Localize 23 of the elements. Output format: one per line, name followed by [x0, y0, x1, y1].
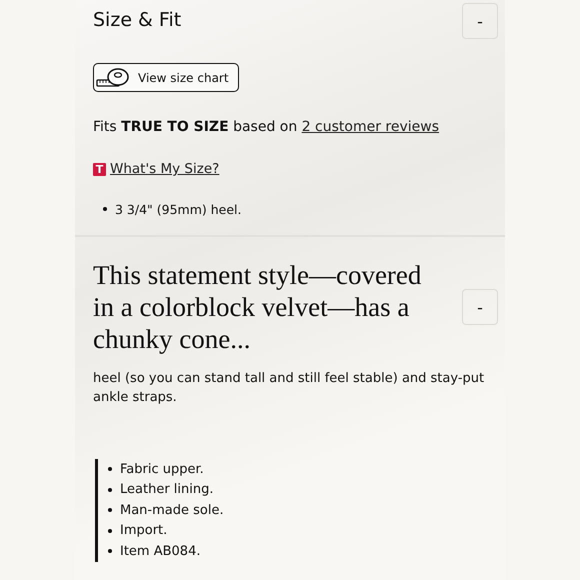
description-text: heel (so you can stand tall and still feel stable) and stay-put ankle straps. [93, 370, 486, 407]
reviews-link[interactable]: 2 customer reviews [302, 119, 440, 135]
collapse-button[interactable]: - [462, 289, 498, 325]
fit-summary: Fits TRUE TO SIZE based on 2 customer reviews [93, 119, 440, 135]
bullet-icon [108, 488, 112, 492]
collapse-button[interactable]: - [462, 3, 498, 39]
section-title: Size & Fit [93, 9, 182, 31]
list-item: 3 3/4" (95mm) heel. [115, 202, 242, 217]
list-item: Import. [120, 523, 168, 538]
bullet-icon [108, 467, 112, 472]
list-item: Man-made sole. [120, 502, 224, 518]
bullet-icon [108, 508, 112, 512]
brand-badge: T [93, 162, 106, 176]
list-item: Fabric upper. [120, 462, 204, 477]
list-item: Leather lining. [120, 482, 214, 498]
whats-my-size-link[interactable]: What's My Size? [110, 161, 220, 177]
size-chart-button[interactable]: View size chart [93, 63, 239, 92]
bullet-icon [108, 549, 112, 554]
tape-measure-icon [96, 66, 130, 88]
bullet-icon [108, 528, 112, 533]
section-title: This statement style—covered in a colorblock velvet—has a chunky cone... [93, 259, 422, 355]
list-item: Item AB084. [120, 544, 200, 559]
bullet-icon [103, 207, 107, 212]
